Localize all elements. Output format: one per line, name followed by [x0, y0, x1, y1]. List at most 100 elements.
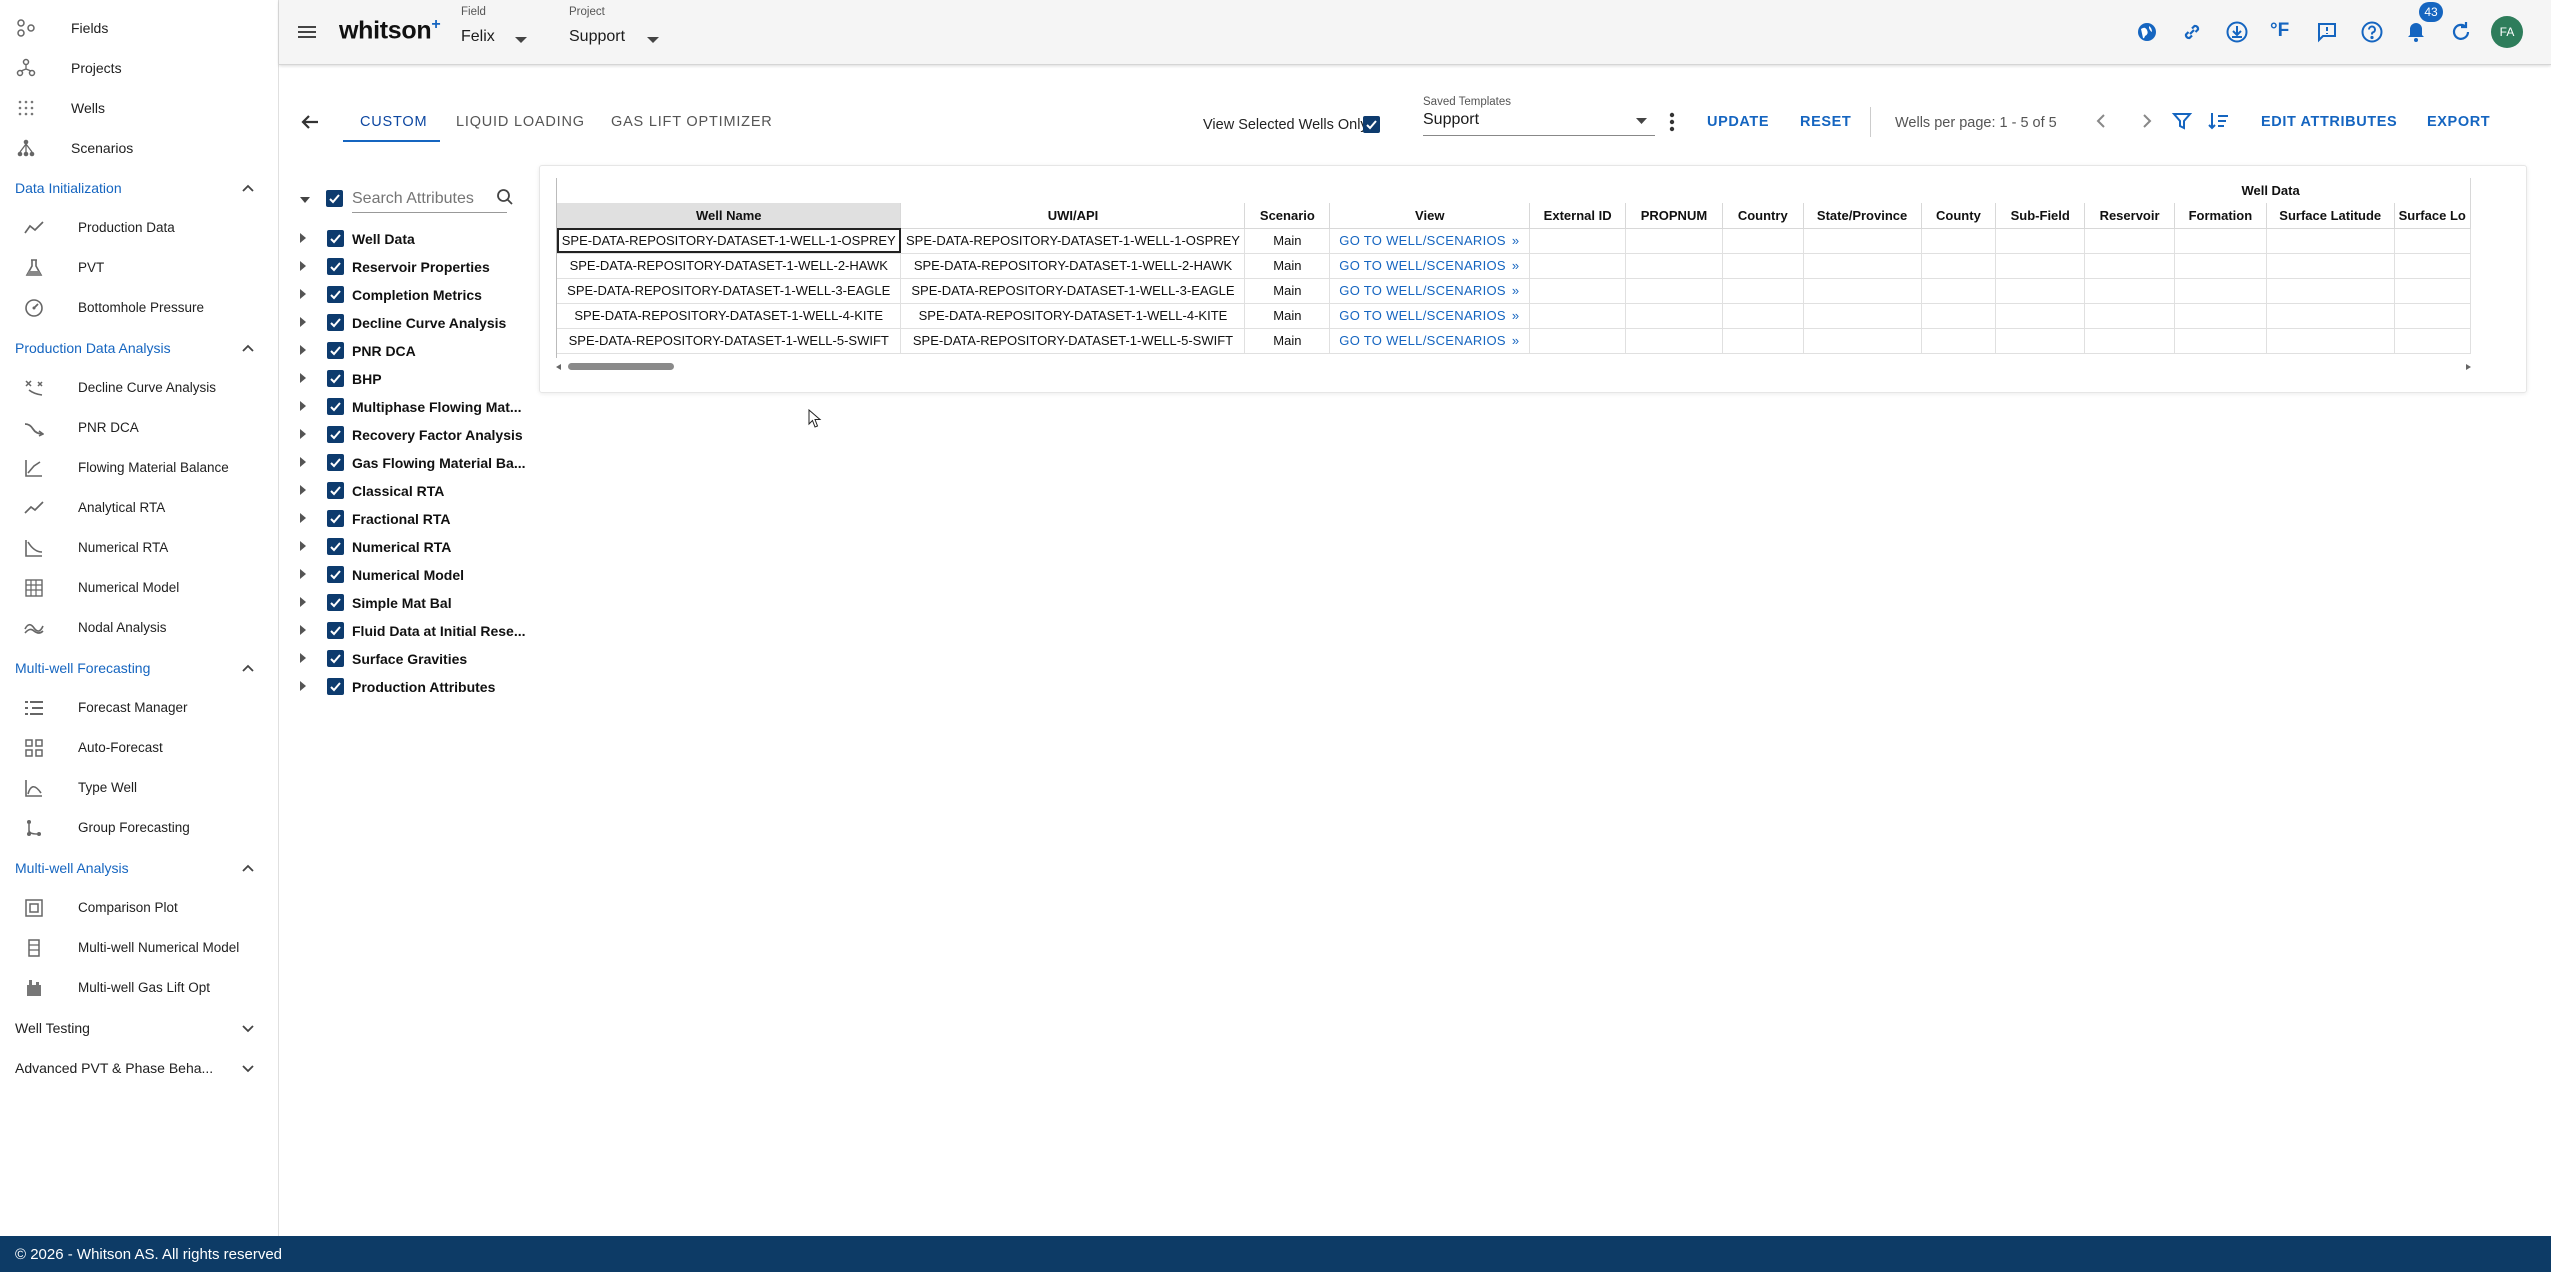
attribute-group-checkbox[interactable] — [327, 594, 344, 611]
cell-surface-lo[interactable] — [2394, 303, 2471, 329]
expand-caret-icon[interactable] — [300, 569, 306, 579]
attribute-group-checkbox[interactable] — [327, 482, 344, 499]
sidebar-item-multi-well-numerical-model[interactable]: Multi-well Numerical Model — [0, 928, 279, 968]
sidebar-item-pvt[interactable]: PVT — [0, 248, 279, 288]
search-icon[interactable] — [496, 188, 514, 206]
cell-scenario[interactable]: Main — [1244, 303, 1331, 329]
sidebar-item-numerical-rta[interactable]: Numerical RTA — [0, 528, 279, 568]
cell-well-name[interactable]: SPE-DATA-REPOSITORY-DATASET-1-WELL-5-SWI… — [557, 328, 902, 354]
expand-caret-icon[interactable] — [300, 289, 306, 299]
next-page-icon[interactable] — [2137, 112, 2155, 130]
notifications-icon[interactable] — [2404, 20, 2428, 44]
scroll-left-arrow-icon[interactable] — [556, 364, 561, 370]
sidebar-item-projects[interactable]: Projects — [0, 48, 279, 88]
attribute-group-completion-metrics[interactable]: Completion Metrics — [296, 281, 526, 309]
help-icon[interactable] — [2360, 20, 2384, 44]
section-production-data-analysis[interactable]: Production Data Analysis — [0, 328, 279, 368]
column-header-external-id[interactable]: External ID — [1529, 203, 1627, 229]
attribute-group-checkbox[interactable] — [327, 370, 344, 387]
cell-scenario[interactable]: Main — [1244, 328, 1331, 354]
feedback-icon[interactable] — [2315, 20, 2339, 44]
cell-scenario[interactable]: Main — [1244, 253, 1331, 279]
cell-uwi[interactable]: SPE-DATA-REPOSITORY-DATASET-1-WELL-5-SWI… — [900, 328, 1246, 354]
attribute-group-gas-flowing-material-ba[interactable]: Gas Flowing Material Ba... — [296, 449, 526, 477]
sidebar-item-flowing-material-balance[interactable]: Flowing Material Balance — [0, 448, 279, 488]
cell-uwi[interactable]: SPE-DATA-REPOSITORY-DATASET-1-WELL-1-OSP… — [900, 228, 1246, 254]
cell-uwi[interactable]: SPE-DATA-REPOSITORY-DATASET-1-WELL-4-KIT… — [900, 303, 1246, 329]
attribute-group-checkbox[interactable] — [327, 538, 344, 555]
attribute-group-simple-mat-bal[interactable]: Simple Mat Bal — [296, 589, 526, 617]
sidebar-item-pnr-dca[interactable]: PNR DCA — [0, 408, 279, 448]
tab-liquid-loading[interactable]: LIQUID LOADING — [456, 114, 585, 130]
reset-button[interactable]: RESET — [1800, 114, 1851, 130]
sidebar-item-numerical-model[interactable]: Numerical Model — [0, 568, 279, 608]
attribute-group-pnr-dca[interactable]: PNR DCA — [296, 337, 526, 365]
cell-well-name[interactable]: SPE-DATA-REPOSITORY-DATASET-1-WELL-3-EAG… — [557, 278, 902, 304]
expand-caret-icon[interactable] — [300, 261, 306, 271]
sidebar-item-auto-forecast[interactable]: Auto-Forecast — [0, 728, 279, 768]
cell-sub-field[interactable] — [1995, 228, 2086, 254]
back-arrow-icon[interactable] — [298, 110, 322, 134]
attribute-group-checkbox[interactable] — [327, 510, 344, 527]
chevron-up-icon[interactable] — [240, 660, 256, 676]
go-to-well-link[interactable]: GO TO WELL/SCENARIOS » — [1329, 278, 1531, 304]
sidebar-item-multi-well-gas-lift-opt[interactable]: Multi-well Gas Lift Opt — [0, 968, 279, 1008]
expand-caret-icon[interactable] — [300, 373, 306, 383]
expand-caret-icon[interactable] — [300, 429, 306, 439]
update-button[interactable]: UPDATE — [1707, 114, 1769, 130]
cell-formation[interactable] — [2174, 228, 2267, 254]
cell-surface-lo[interactable] — [2394, 278, 2471, 304]
select-all-attributes-checkbox[interactable] — [326, 190, 343, 207]
cell-scenario[interactable]: Main — [1244, 228, 1331, 254]
cell-external-id[interactable] — [1529, 228, 1627, 254]
cell-state-province[interactable] — [1803, 253, 1922, 279]
field-select[interactable]: Field Felix — [461, 6, 551, 56]
cell-sub-field[interactable] — [1995, 303, 2086, 329]
table-row[interactable]: SPE-DATA-REPOSITORY-DATASET-1-WELL-3-EAG… — [557, 278, 2471, 304]
cell-propnum[interactable] — [1625, 328, 1723, 354]
edit-attributes-button[interactable]: EDIT ATTRIBUTES — [2261, 114, 2397, 130]
cell-formation[interactable] — [2174, 278, 2267, 304]
sidebar-item-type-well[interactable]: Type Well — [0, 768, 279, 808]
link-icon[interactable] — [2180, 20, 2204, 44]
tab-gas-lift-optimizer[interactable]: GAS LIFT OPTIMIZER — [611, 114, 773, 130]
cell-surface-latitude[interactable] — [2266, 278, 2395, 304]
attribute-group-checkbox[interactable] — [327, 342, 344, 359]
column-header-county[interactable]: County — [1921, 203, 1997, 229]
cell-state-province[interactable] — [1803, 278, 1922, 304]
column-header-propnum[interactable]: PROPNUM — [1625, 203, 1723, 229]
sidebar-item-group-forecasting[interactable]: Group Forecasting — [0, 808, 279, 848]
cell-well-name[interactable]: SPE-DATA-REPOSITORY-DATASET-1-WELL-4-KIT… — [557, 303, 902, 329]
sidebar-item-comparison-plot[interactable]: Comparison Plot — [0, 888, 279, 928]
go-to-well-link[interactable]: GO TO WELL/SCENARIOS » — [1329, 303, 1531, 329]
more-options-icon[interactable] — [1668, 111, 1676, 133]
expand-caret-icon[interactable] — [300, 345, 306, 355]
sort-icon[interactable] — [2206, 110, 2230, 132]
cell-propnum[interactable] — [1625, 303, 1723, 329]
scroll-right-arrow-icon[interactable] — [2466, 364, 2471, 370]
column-header-formation[interactable]: Formation — [2174, 203, 2267, 229]
chevron-up-icon[interactable] — [240, 860, 256, 876]
export-button[interactable]: EXPORT — [2427, 114, 2490, 130]
cell-reservoir[interactable] — [2084, 278, 2175, 304]
attribute-group-checkbox[interactable] — [327, 454, 344, 471]
column-header-scenario[interactable]: Scenario — [1244, 203, 1331, 229]
cell-country[interactable] — [1722, 328, 1804, 354]
attribute-group-multiphase-flowing-mat[interactable]: Multiphase Flowing Mat... — [296, 393, 526, 421]
sidebar-item-forecast-manager[interactable]: Forecast Manager — [0, 688, 279, 728]
attribute-group-checkbox[interactable] — [327, 678, 344, 695]
cell-county[interactable] — [1921, 303, 1997, 329]
attribute-group-checkbox[interactable] — [327, 622, 344, 639]
attribute-group-numerical-rta[interactable]: Numerical RTA — [296, 533, 526, 561]
cell-propnum[interactable] — [1625, 228, 1723, 254]
sidebar-item-decline-curve-analysis[interactable]: Decline Curve Analysis — [0, 368, 279, 408]
cell-reservoir[interactable] — [2084, 328, 2175, 354]
attribute-group-checkbox[interactable] — [327, 286, 344, 303]
attribute-group-fractional-rta[interactable]: Fractional RTA — [296, 505, 526, 533]
chevron-down-icon[interactable] — [240, 1020, 256, 1036]
sidebar-item-scenarios[interactable]: Scenarios — [0, 128, 279, 168]
cell-uwi[interactable]: SPE-DATA-REPOSITORY-DATASET-1-WELL-3-EAG… — [900, 278, 1246, 304]
section-multi-well-analysis[interactable]: Multi-well Analysis — [0, 848, 279, 888]
section-data-initialization[interactable]: Data Initialization — [0, 168, 279, 208]
attribute-group-decline-curve-analysis[interactable]: Decline Curve Analysis — [296, 309, 526, 337]
